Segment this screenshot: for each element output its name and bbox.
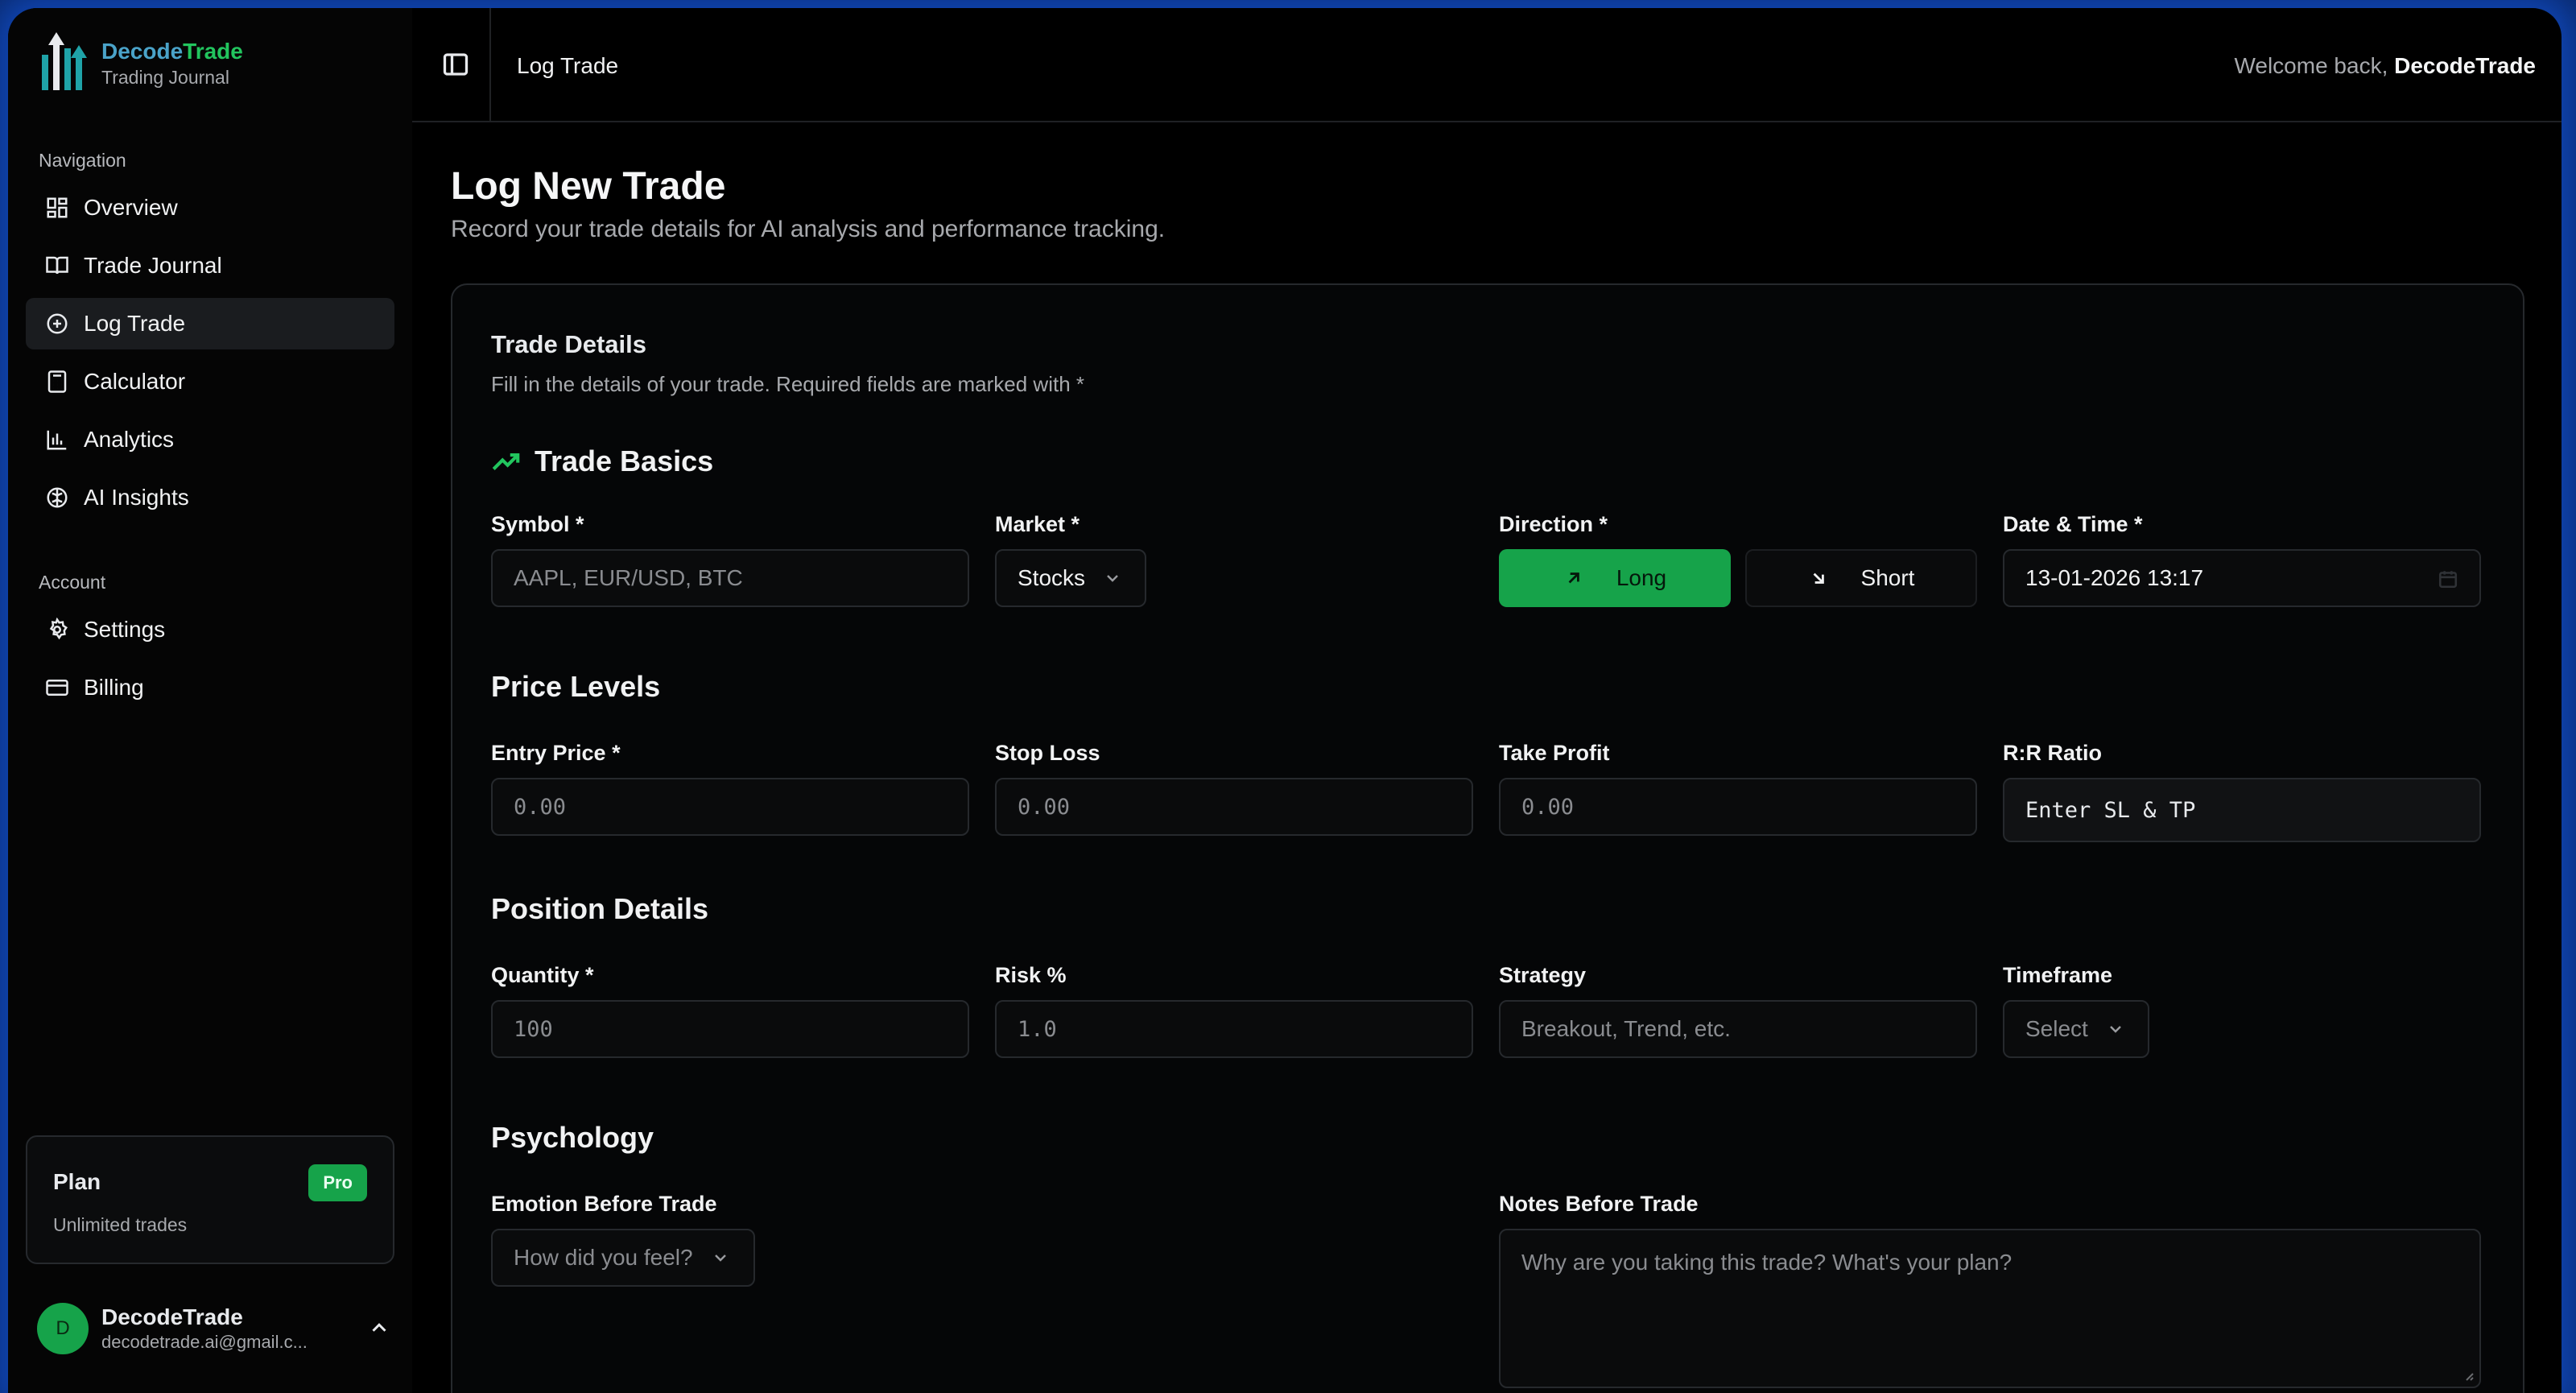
datetime-label: Date & Time *	[2003, 512, 2143, 536]
layout-grid-icon	[47, 197, 68, 218]
page-subtitle: Record your trade details for AI analysi…	[451, 216, 1166, 242]
emotion-label: Emotion Before Trade	[491, 1192, 717, 1216]
quantity-label: Quantity *	[491, 963, 594, 987]
plan-title: Plan	[53, 1169, 101, 1194]
risk-input[interactable]: 1.0	[995, 1000, 1473, 1058]
arrow-up-right-icon	[1568, 572, 1579, 584]
brand-subtitle: Trading Journal	[101, 67, 229, 88]
user-menu[interactable]: D DecodeTrade decodetrade.ai@gmail.c...	[37, 1296, 391, 1361]
sidebar-item-label: Trade Journal	[84, 253, 222, 278]
topbar: Log Trade Welcome back, DecodeTrade	[412, 8, 2562, 122]
arrow-down-right-icon	[1813, 572, 1824, 584]
resize-handle-icon[interactable]	[2462, 1369, 2475, 1382]
chevron-down-icon	[714, 1255, 726, 1262]
calendar-icon[interactable]	[2438, 568, 2458, 589]
trade-details-card: Trade Details Fill in the details of you…	[451, 283, 2524, 1393]
notes-textarea[interactable]: Why are you taking this trade? What's yo…	[1499, 1229, 2481, 1388]
divider	[489, 8, 491, 122]
breadcrumb: Log Trade	[517, 53, 619, 78]
datetime-input[interactable]: 13-01-2026 13:17	[2003, 549, 2481, 607]
user-email: decodetrade.ai@gmail.c...	[101, 1332, 308, 1352]
sidebar-item-label: Analytics	[84, 427, 175, 452]
welcome-message: Welcome back, DecodeTrade	[2234, 53, 2536, 78]
sidebar-item-label: Settings	[84, 617, 166, 642]
plan-badge: Pro	[308, 1164, 367, 1201]
sidebar-item-overview[interactable]: Overview	[26, 182, 394, 234]
plan-card[interactable]: Plan Pro Unlimited trades	[26, 1135, 394, 1264]
bar-chart-icon	[47, 430, 67, 450]
app-window: DecodeTrade Trading Journal Navigation O…	[8, 8, 2562, 1393]
entry-price-label: Entry Price *	[491, 741, 621, 765]
rr-ratio-label: R:R Ratio	[2003, 741, 2102, 765]
quantity-input[interactable]: 100	[491, 1000, 969, 1058]
page-title: Log New Trade	[451, 165, 726, 208]
sidebar-item-label: Billing	[84, 675, 144, 700]
gear-icon	[49, 618, 68, 640]
brain-icon	[47, 487, 68, 508]
sidebar-item-billing[interactable]: Billing	[26, 662, 394, 713]
user-name: DecodeTrade	[101, 1304, 243, 1329]
sidebar-item-trade-journal[interactable]: Trade Journal	[26, 240, 394, 291]
section-psychology: Psychology	[491, 1121, 654, 1154]
chevron-up-icon[interactable]	[367, 1316, 391, 1340]
plus-circle-icon	[47, 313, 68, 334]
timeframe-select[interactable]: Select	[2003, 1000, 2149, 1058]
brand[interactable]: DecodeTrade Trading Journal	[37, 32, 243, 93]
take-profit-label: Take Profit	[1499, 741, 1610, 765]
sidebar-item-label: AI Insights	[84, 485, 189, 510]
market-select[interactable]: Stocks	[995, 549, 1146, 607]
card-title: Trade Details	[491, 330, 646, 358]
stop-loss-input[interactable]: 0.00	[995, 778, 1473, 836]
sidebar-item-label: Calculator	[84, 369, 186, 394]
direction-long-button[interactable]: Long	[1499, 549, 1731, 607]
direction-short-button[interactable]: Short	[1745, 549, 1977, 607]
section-trade-basics: Trade Basics	[491, 444, 713, 478]
brand-name: DecodeTrade	[101, 39, 243, 64]
trending-up-icon	[492, 453, 520, 470]
timeframe-label: Timeframe	[2003, 963, 2113, 987]
strategy-label: Strategy	[1499, 963, 1587, 987]
nav-heading: Navigation	[39, 150, 126, 171]
emotion-select[interactable]: How did you feel?	[491, 1229, 755, 1287]
entry-price-input[interactable]: 0.00	[491, 778, 969, 836]
account-heading: Account	[39, 572, 106, 593]
market-label: Market *	[995, 512, 1080, 536]
sidebar-item-ai-insights[interactable]: AI Insights	[26, 472, 394, 523]
book-open-icon	[46, 256, 68, 275]
symbol-label: Symbol *	[491, 512, 584, 536]
section-position-details: Position Details	[491, 892, 709, 925]
sidebar-item-log-trade[interactable]: Log Trade	[26, 298, 394, 349]
sidebar: DecodeTrade Trading Journal Navigation O…	[8, 8, 412, 1393]
risk-label: Risk %	[995, 963, 1067, 987]
sidebar-item-label: Overview	[84, 195, 178, 220]
credit-card-icon	[46, 680, 68, 696]
strategy-input[interactable]: Breakout, Trend, etc.	[1499, 1000, 1977, 1058]
take-profit-input[interactable]: 0.00	[1499, 778, 1977, 836]
card-subtitle: Fill in the details of your trade. Requi…	[491, 372, 1085, 396]
sidebar-item-calculator[interactable]: Calculator	[26, 356, 394, 407]
logo-icon	[42, 32, 87, 90]
chevron-down-icon	[1107, 575, 1118, 582]
direction-label: Direction *	[1499, 512, 1608, 536]
notes-label: Notes Before Trade	[1499, 1192, 1699, 1216]
symbol-input[interactable]: AAPL, EUR/USD, BTC	[491, 549, 969, 607]
sidebar-toggle-icon[interactable]	[441, 50, 470, 79]
plan-subtitle: Unlimited trades	[53, 1214, 188, 1235]
stop-loss-label: Stop Loss	[995, 741, 1100, 765]
avatar: D	[37, 1303, 89, 1354]
calculator-icon	[47, 370, 67, 393]
rr-ratio-display: Enter SL & TP	[2003, 778, 2481, 842]
sidebar-item-label: Log Trade	[84, 311, 186, 336]
sidebar-item-analytics[interactable]: Analytics	[26, 414, 394, 465]
welcome-username: DecodeTrade	[2394, 53, 2536, 78]
sidebar-item-settings[interactable]: Settings	[26, 604, 394, 655]
chevron-down-icon	[2109, 1026, 2121, 1033]
section-price-levels: Price Levels	[491, 670, 661, 703]
